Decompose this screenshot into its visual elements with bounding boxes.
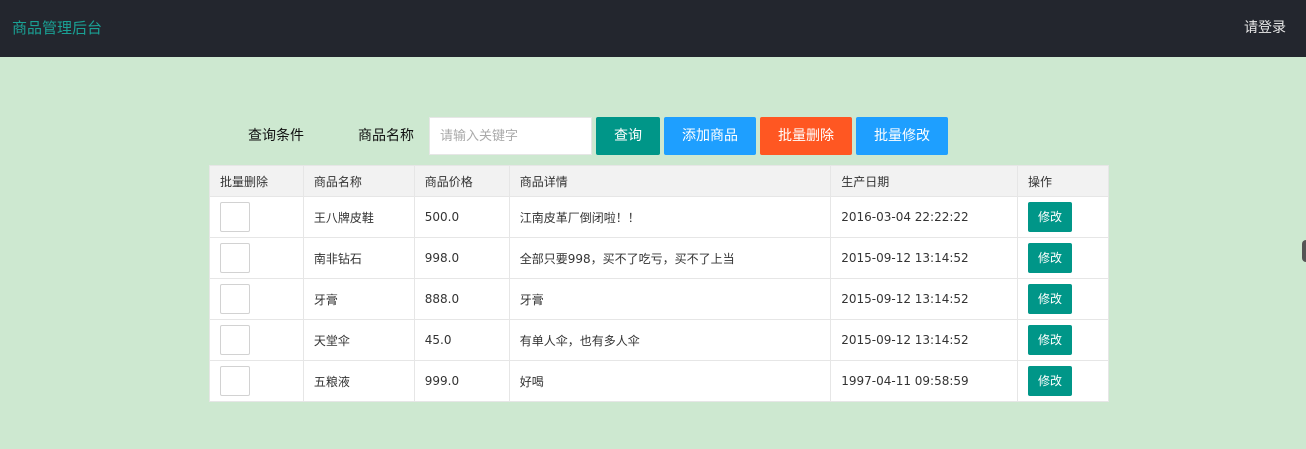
add-goods-button[interactable]: 添加商品	[664, 117, 756, 155]
login-link[interactable]: 请登录	[1244, 18, 1286, 38]
goods-name-cell: 南非钻石	[302, 237, 415, 279]
select-cell	[209, 278, 304, 320]
goods-price-cell: 45.0	[413, 319, 510, 361]
query-condition-label: 查询条件	[248, 128, 304, 144]
goods-detail-cell: 全部只要998，买不了吃亏，买不了上当	[508, 237, 832, 279]
goods-name-cell: 牙膏	[302, 278, 415, 320]
row-edit-button[interactable]: 修改	[1028, 284, 1073, 314]
select-cell	[209, 196, 304, 238]
production-date-cell: 1997-04-11 09:58:59	[830, 360, 1019, 402]
action-cell: 修改	[1017, 237, 1109, 279]
production-date-cell: 2016-03-04 22:22:22	[830, 196, 1019, 238]
column-header-price: 商品价格	[413, 165, 510, 197]
goods-name-label: 商品名称	[358, 128, 414, 144]
batch-delete-button[interactable]: 批量删除	[760, 117, 852, 155]
row-checkbox[interactable]	[220, 325, 250, 355]
production-date-cell: 2015-09-12 13:14:52	[830, 319, 1019, 361]
keyword-input[interactable]	[429, 117, 592, 155]
table-row: 五粮液 999.0 好喝 1997-04-11 09:58:59 修改	[209, 360, 1109, 402]
action-cell: 修改	[1017, 360, 1109, 402]
select-cell	[209, 237, 304, 279]
goods-name-cell: 王八牌皮鞋	[302, 196, 415, 238]
row-checkbox[interactable]	[220, 366, 250, 396]
goods-detail-cell: 江南皮革厂倒闭啦！！	[508, 196, 832, 238]
row-checkbox[interactable]	[220, 243, 250, 273]
goods-price-cell: 500.0	[413, 196, 510, 238]
row-edit-button[interactable]: 修改	[1028, 325, 1073, 355]
column-header-name: 商品名称	[302, 165, 415, 197]
column-header-date: 生产日期	[830, 165, 1019, 197]
goods-name-cell: 天堂伞	[302, 319, 415, 361]
row-edit-button[interactable]: 修改	[1028, 202, 1073, 232]
goods-detail-cell: 牙膏	[508, 278, 832, 320]
query-bar: 查询条件 商品名称 查询 添加商品 批量删除 批量修改	[210, 117, 970, 155]
goods-price-cell: 888.0	[413, 278, 510, 320]
table-row: 天堂伞 45.0 有单人伞，也有多人伞 2015-09-12 13:14:52 …	[209, 319, 1109, 361]
production-date-cell: 2015-09-12 13:14:52	[830, 237, 1019, 279]
goods-detail-cell: 有单人伞，也有多人伞	[508, 319, 832, 361]
action-cell: 修改	[1017, 278, 1109, 320]
production-date-cell: 2015-09-12 13:14:52	[830, 278, 1019, 320]
select-cell	[209, 319, 304, 361]
table-header-row: 批量删除 商品名称 商品价格 商品详情 生产日期 操作	[209, 165, 1109, 197]
column-header-action: 操作	[1017, 165, 1109, 197]
row-edit-button[interactable]: 修改	[1028, 366, 1073, 396]
top-navbar: 商品管理后台 请登录	[0, 0, 1306, 57]
row-checkbox[interactable]	[220, 202, 250, 232]
goods-price-cell: 998.0	[413, 237, 510, 279]
action-cell: 修改	[1017, 319, 1109, 361]
table-row: 南非钻石 998.0 全部只要998，买不了吃亏，买不了上当 2015-09-1…	[209, 237, 1109, 279]
table-row: 牙膏 888.0 牙膏 2015-09-12 13:14:52 修改	[209, 278, 1109, 320]
app-title: 商品管理后台	[12, 19, 103, 37]
column-header-batch-delete: 批量删除	[209, 165, 304, 197]
column-header-detail: 商品详情	[508, 165, 832, 197]
row-edit-button[interactable]: 修改	[1028, 243, 1073, 273]
goods-table: 批量删除 商品名称 商品价格 商品详情 生产日期 操作 王八牌皮鞋 500.0 …	[209, 165, 1109, 402]
goods-price-cell: 999.0	[413, 360, 510, 402]
action-cell: 修改	[1017, 196, 1109, 238]
batch-edit-button[interactable]: 批量修改	[856, 117, 948, 155]
goods-detail-cell: 好喝	[508, 360, 832, 402]
goods-name-cell: 五粮液	[302, 360, 415, 402]
side-scroll-handle[interactable]	[1302, 240, 1306, 262]
table-row: 王八牌皮鞋 500.0 江南皮革厂倒闭啦！！ 2016-03-04 22:22:…	[209, 196, 1109, 238]
select-cell	[209, 360, 304, 402]
query-button[interactable]: 查询	[596, 117, 660, 155]
row-checkbox[interactable]	[220, 284, 250, 314]
